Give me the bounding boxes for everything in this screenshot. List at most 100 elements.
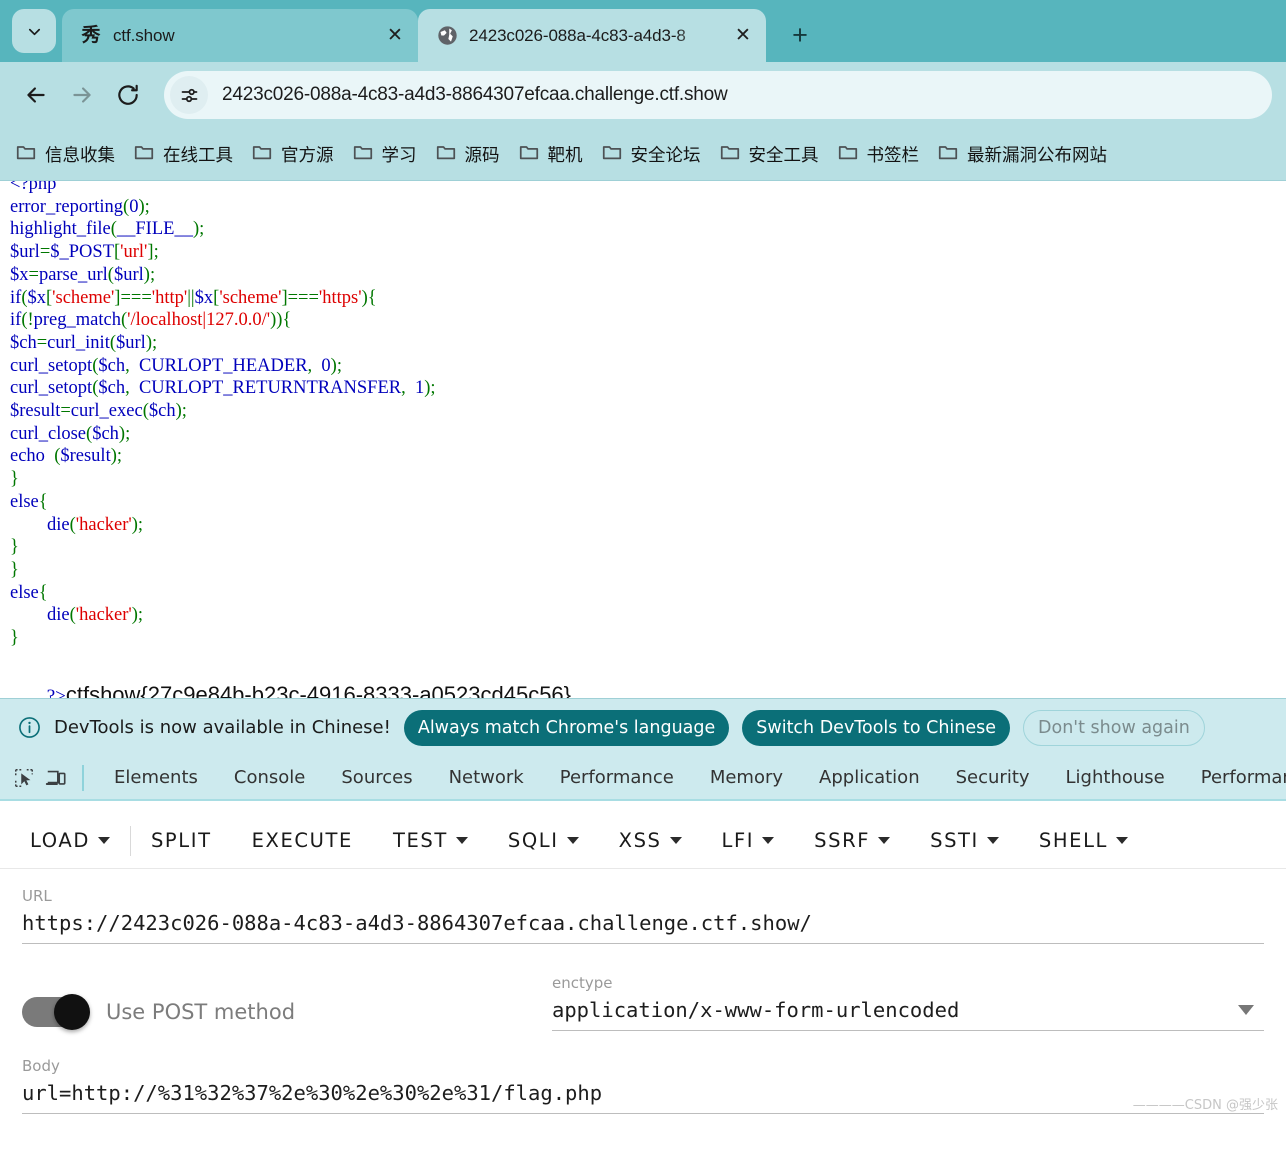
dont-show-again-button[interactable]: Don't show again — [1023, 709, 1205, 746]
bookmark-item[interactable]: 信息收集 — [6, 136, 124, 173]
new-tab-button[interactable]: + — [780, 15, 820, 55]
tab-ctfshow[interactable]: 秀 ctf.show ✕ — [62, 9, 418, 62]
devtools-panel: DevTools is now available in Chinese! Al… — [0, 698, 1286, 1119]
hackbar-sqli-button[interactable]: SQLI — [488, 821, 599, 861]
code-line: die('hacker'); — [47, 605, 144, 626]
use-post-method-toggle[interactable] — [22, 994, 90, 1030]
code-line: if($x['scheme']==='http'||$x['scheme']==… — [10, 287, 377, 308]
hackbar-ssti-button[interactable]: SSTI — [910, 821, 1019, 861]
reload-button[interactable] — [106, 73, 150, 117]
hackbar-button-label: XSS — [618, 829, 662, 852]
forward-button[interactable] — [60, 73, 104, 117]
hackbar-button-label: SHELL — [1038, 829, 1109, 852]
flag-output-line: ?>ctfshow{27c9e84b-b23c-4916-8333-a0523c… — [0, 656, 1286, 698]
url-input[interactable]: https://2423c026-088a-4c83-a4d3-8864307e… — [22, 911, 1264, 944]
tune-icon[interactable] — [170, 76, 208, 114]
code-line: die('hacker'); — [47, 514, 144, 535]
devtools-tab-security[interactable]: Security — [938, 767, 1048, 788]
hackbar-button-label: SQLI — [507, 829, 559, 852]
devtools-tab-application[interactable]: Application — [801, 767, 938, 788]
chevron-down-icon[interactable] — [986, 837, 999, 844]
navigation-toolbar: 2423c026-088a-4c83-a4d3-8864307efcaa.cha… — [0, 62, 1286, 128]
bookmark-label: 学习 — [381, 145, 417, 166]
code-line: curl_setopt($ch, CURLOPT_HEADER, 0); — [10, 355, 342, 376]
devtools-tab-elements[interactable]: Elements — [96, 767, 216, 788]
hackbar-lfi-button[interactable]: LFI — [702, 821, 795, 861]
chevron-down-icon[interactable] — [455, 837, 468, 844]
folder-icon — [435, 141, 457, 168]
hackbar-button-label: SPLIT — [150, 829, 212, 852]
enctype-select[interactable]: application/x-www-form-urlencoded — [552, 998, 1264, 1031]
bookmark-item[interactable]: 源码 — [426, 136, 509, 173]
chevron-down-icon[interactable] — [97, 837, 110, 844]
bookmark-item[interactable]: 官方源 — [242, 136, 343, 173]
bookmark-label: 靶机 — [547, 145, 583, 166]
code-line: curl_close($ch); — [10, 423, 131, 444]
hackbar-split-button[interactable]: SPLIT — [131, 821, 232, 861]
devtools-tab-memory[interactable]: Memory — [692, 767, 801, 788]
ctfshow-logo-icon: 秀 — [81, 24, 101, 46]
switch-devtools-language-button[interactable]: Switch DevTools to Chinese — [742, 709, 1011, 746]
flag-text: ctfshow{27c9e84b-b23c-4916-8333-a0523cd4… — [65, 681, 572, 698]
devtools-tab-bar: Elements Console Sources Network Performance… — [0, 756, 1286, 801]
bookmarks-bar: 信息收集 在线工具 官方源 学习 源码 靶机 安全论坛 安全工具 书签栏 最新漏洞公布网站 — [0, 128, 1286, 180]
post-method-toggle-group[interactable]: Use POST method — [22, 994, 552, 1031]
tab-search-button[interactable] — [12, 9, 56, 53]
devtools-tab-network[interactable]: Network — [431, 767, 542, 788]
chevron-down-icon[interactable] — [669, 837, 682, 844]
chevron-down-icon[interactable] — [1116, 837, 1129, 844]
hackbar-load-button[interactable]: LOAD — [10, 821, 130, 861]
tab-close-button[interactable]: ✕ — [382, 23, 408, 49]
enctype-label: enctype — [552, 974, 613, 992]
php-close-tag: ?> — [46, 685, 66, 698]
notice-message: DevTools is now available in Chinese! — [54, 717, 391, 738]
hackbar-shell-button[interactable]: SHELL — [1019, 821, 1148, 861]
always-match-language-button[interactable]: Always match Chrome's language — [403, 709, 730, 746]
bookmark-item[interactable]: 书签栏 — [828, 136, 929, 173]
devtools-tab-lighthouse[interactable]: Lighthouse — [1048, 767, 1183, 788]
devtools-tab-performance[interactable]: Performance — [1183, 767, 1286, 788]
folder-icon — [837, 141, 859, 168]
device-toolbar-icon[interactable] — [40, 762, 72, 794]
code-line: $x=parse_url($url); — [10, 264, 156, 285]
chevron-down-icon[interactable] — [1238, 1005, 1254, 1015]
hackbar-ssrf-button[interactable]: SSRF — [794, 821, 910, 861]
hackbar-execute-button[interactable]: EXECUTE — [232, 821, 373, 861]
devtools-tab-sources[interactable]: Sources — [323, 767, 430, 788]
body-field-label: Body — [22, 1057, 60, 1075]
hackbar-test-button[interactable]: TEST — [373, 821, 488, 861]
bookmark-item[interactable]: 安全论坛 — [592, 136, 710, 173]
php-source-listing: <?php error_reporting(0); highlight_file(_… — [0, 180, 1286, 650]
bookmark-item[interactable]: 安全工具 — [710, 136, 828, 173]
inspect-element-icon[interactable] — [8, 762, 40, 794]
code-line: <?php — [10, 180, 57, 194]
code-line: $result=curl_exec($ch); — [10, 401, 187, 422]
hackbar-button-label: SSRF — [814, 829, 871, 852]
code-line: error_reporting(0); — [10, 196, 150, 217]
bookmark-item[interactable]: 学习 — [343, 136, 426, 173]
hackbar-toolbar: LOAD SPLIT EXECUTE TEST SQLI XSS LFI SSRF SSTI SH… — [0, 813, 1286, 869]
tab-close-button[interactable]: ✕ — [730, 23, 756, 49]
bookmark-item[interactable]: 在线工具 — [124, 136, 242, 173]
bookmark-label: 信息收集 — [45, 145, 115, 166]
tab-strip: 秀 ctf.show ✕ 2423c026-088a-4c83-a4d3-8 ✕… — [0, 0, 1286, 62]
bookmark-item[interactable]: 靶机 — [509, 136, 592, 173]
chevron-down-icon[interactable] — [566, 837, 579, 844]
hackbar-xss-button[interactable]: XSS — [599, 821, 702, 861]
hackbar-button-label: LFI — [721, 829, 755, 852]
browser-window: 秀 ctf.show ✕ 2423c026-088a-4c83-a4d3-8 ✕… — [0, 0, 1286, 1119]
tab-challenge[interactable]: 2423c026-088a-4c83-a4d3-8 ✕ — [418, 9, 766, 62]
tab-title: ctf.show — [113, 25, 175, 45]
bookmark-item[interactable]: 最新漏洞公布网站 — [928, 136, 1116, 173]
hackbar-button-label: LOAD — [30, 829, 90, 852]
back-button[interactable] — [14, 73, 58, 117]
address-bar[interactable]: 2423c026-088a-4c83-a4d3-8864307efcaa.cha… — [164, 71, 1272, 119]
devtools-tab-console[interactable]: Console — [216, 767, 323, 788]
chevron-down-icon[interactable] — [762, 837, 775, 844]
chevron-down-icon[interactable] — [878, 837, 891, 844]
folder-icon — [601, 141, 623, 168]
body-input[interactable]: url=http://%31%32%37%2e%30%2e%30%2e%31/f… — [22, 1081, 1264, 1114]
folder-icon — [15, 141, 37, 168]
devtools-tab-performance[interactable]: Performance — [542, 767, 692, 788]
folder-icon — [719, 141, 741, 168]
